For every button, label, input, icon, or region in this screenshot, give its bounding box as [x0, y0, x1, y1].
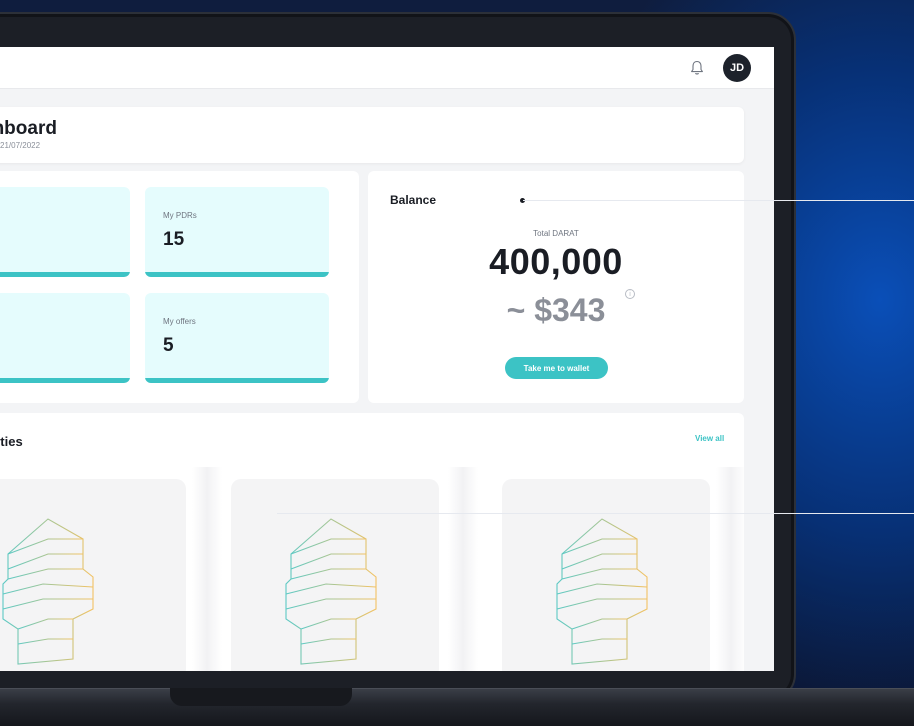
page-date: 21/07/2022 — [0, 141, 41, 150]
laptop-base — [0, 688, 914, 726]
wallet-button[interactable]: Take me to wallet — [505, 357, 608, 379]
bell-icon[interactable] — [690, 60, 704, 76]
usd-value: ~ $343 — [506, 292, 606, 328]
balance-title: Balance — [390, 193, 437, 207]
stat-card-pdrs[interactable]: My PDRs 15 — [145, 187, 329, 277]
property-tile[interactable] — [502, 479, 710, 671]
tile-divider — [192, 467, 222, 671]
callout-line — [277, 513, 914, 514]
stat-card-listings[interactable]: gs — [0, 293, 130, 383]
laptop-notch — [170, 688, 352, 706]
building-illustration — [556, 518, 648, 665]
stat-card-offers[interactable]: My offers 5 — [145, 293, 329, 383]
stat-value: 5 — [163, 335, 174, 356]
building-illustration — [285, 518, 377, 665]
properties-title: erties — [0, 434, 23, 449]
avatar[interactable]: JD — [723, 54, 751, 82]
tile-divider — [448, 467, 478, 671]
info-icon[interactable]: i — [625, 289, 635, 299]
callout-line — [523, 200, 914, 201]
stat-card-properties[interactable]: erties — [0, 187, 130, 277]
property-tile[interactable] — [0, 479, 186, 671]
app-screen: JD shboard 21/07/2022 erties My PDRs 15 … — [0, 47, 774, 671]
stat-label: My offers — [163, 317, 196, 326]
tile-divider — [716, 467, 746, 671]
stat-value: 15 — [163, 229, 185, 250]
property-tile[interactable] — [231, 479, 439, 671]
page-header — [0, 107, 744, 163]
building-illustration — [2, 518, 94, 665]
view-all-link[interactable]: View all — [695, 434, 724, 443]
top-bar: JD — [0, 47, 774, 89]
stat-label: My PDRs — [163, 211, 197, 220]
stats-panel: erties My PDRs 15 gs My offers 5 — [0, 171, 359, 403]
total-darat-label: Total DARAT — [533, 229, 579, 238]
total-darat-value: 400,000 — [489, 241, 623, 282]
balance-card: Balance Total DARAT 400,000 ~ $343 i Tak… — [368, 171, 744, 403]
page-title: shboard — [0, 118, 57, 139]
